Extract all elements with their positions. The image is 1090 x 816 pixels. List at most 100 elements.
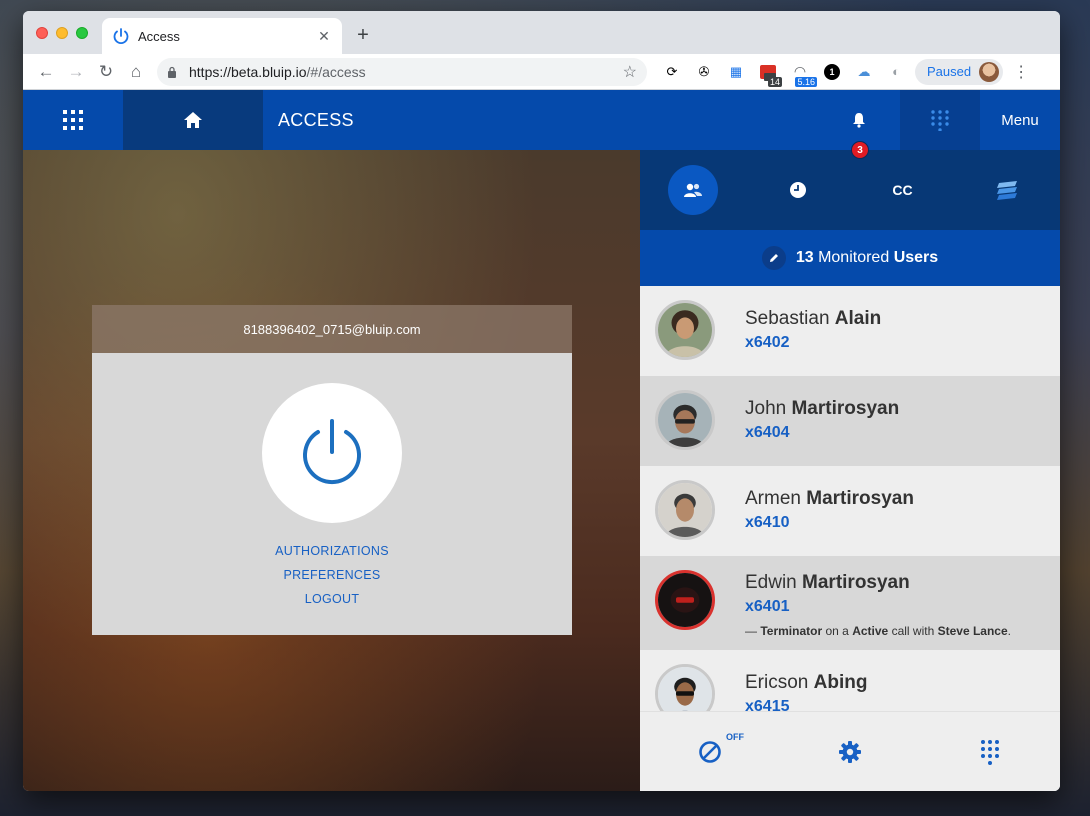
grid-extension-icon[interactable]: ▦ <box>725 61 747 83</box>
user-last-name: Abing <box>813 672 868 693</box>
user-photo <box>658 483 712 537</box>
url-host: https://beta.bluip.io <box>189 63 307 80</box>
tab-close-icon[interactable]: ✕ <box>316 28 332 45</box>
tab-users[interactable] <box>640 150 745 230</box>
user-name: Ericson Abing <box>745 672 867 694</box>
user-extension: x6401 <box>745 598 790 615</box>
user-extension: x6402 <box>745 334 790 351</box>
browser-tab[interactable]: Access ✕ <box>102 18 342 54</box>
user-extension: x6415 <box>745 698 790 711</box>
user-photo <box>658 303 712 357</box>
minimize-window-button[interactable] <box>56 27 68 39</box>
preferences-link[interactable]: PREFERENCES <box>92 563 572 587</box>
password-extension-icon[interactable]: 1 <box>821 61 843 83</box>
user-photo <box>658 573 712 627</box>
dnd-status-label: OFF <box>726 732 744 742</box>
avatar <box>655 480 715 540</box>
bell-icon <box>853 113 865 128</box>
status-on: on a <box>825 624 849 638</box>
new-tab-button[interactable]: + <box>353 24 373 47</box>
home-icon[interactable]: ⌂ <box>121 58 151 86</box>
monitored-users-title: 13 Monitored Users <box>796 249 938 267</box>
list-item[interactable]: Ericson Abing x6415 <box>640 650 1060 711</box>
profile-chip[interactable]: Paused <box>915 58 1004 85</box>
close-window-button[interactable] <box>36 27 48 39</box>
settings-button[interactable] <box>830 734 870 770</box>
cc-label: CC <box>892 182 913 198</box>
monitored-users-header: 13 Monitored Users <box>640 230 1060 286</box>
back-button[interactable]: ← <box>31 58 61 86</box>
tab-history[interactable] <box>745 150 850 230</box>
clock-icon <box>789 182 806 198</box>
dialpad-button[interactable] <box>970 734 1010 770</box>
edit-users-button[interactable] <box>761 246 786 270</box>
users-word: Users <box>893 249 939 266</box>
dialpad-icon <box>981 740 999 765</box>
tab-title: Access <box>138 28 180 44</box>
user-first-name: John <box>745 398 787 419</box>
browser-toolbar: ← → ↻ ⌂ https://beta.bluip.io/#/access ☆… <box>23 54 1060 90</box>
users-icon <box>683 183 702 197</box>
panel-footer: OFF <box>640 711 1060 791</box>
home-button[interactable] <box>123 90 263 150</box>
dialpad-header-button[interactable] <box>900 90 980 150</box>
user-first-name: Sebastian <box>745 308 830 329</box>
extensions-row: ⟳ ✇ ▦ 14 ◠ 5.16 1 ☁ ◐ <box>661 61 907 87</box>
home-icon <box>184 112 202 128</box>
account-links: AUTHORIZATIONS PREFERENCES LOGOUT <box>92 539 572 611</box>
list-item[interactable]: John Martirosyan x6404 <box>640 376 1060 466</box>
tab-layers[interactable] <box>955 150 1060 230</box>
user-first-name: Edwin <box>745 572 797 593</box>
account-card: 8188396402_0715@bluip.com AUTHORIZATIONS… <box>92 305 572 635</box>
tab-cc[interactable]: CC <box>850 150 955 230</box>
dialpad-icon <box>931 110 949 131</box>
apps-grid-button[interactable] <box>23 90 123 150</box>
menu-button[interactable]: Menu <box>980 90 1060 150</box>
notification-count-badge: 3 <box>851 141 869 159</box>
app-header: ACCESS Menu <box>23 90 1060 150</box>
forward-button[interactable]: → <box>61 58 91 86</box>
logout-link[interactable]: LOGOUT <box>92 587 572 611</box>
power-button[interactable] <box>262 383 402 523</box>
sync-extension-icon[interactable]: ⟳ <box>661 61 683 83</box>
gauge-badge: 5.16 <box>795 76 817 87</box>
cloud-extension-icon[interactable]: ☁ <box>853 61 875 83</box>
gauge-extension-icon[interactable]: ◠ 5.16 <box>789 61 817 87</box>
bookmark-star-icon[interactable]: ☆ <box>623 62 637 82</box>
account-card-body: AUTHORIZATIONS PREFERENCES LOGOUT <box>92 353 572 635</box>
pencil-icon <box>769 254 778 262</box>
list-item[interactable]: Armen Martirosyan x6410 <box>640 466 1060 556</box>
panel-tabs: CC <box>640 150 1060 230</box>
do-not-disturb-icon <box>699 741 721 763</box>
reel-extension-icon[interactable]: ✇ <box>693 61 715 83</box>
user-name: Armen Martirosyan <box>745 488 914 510</box>
call-status: — Terminator on a Active call with Steve… <box>745 624 1011 638</box>
calendar-badge: 14 <box>767 76 782 87</box>
apps-grid-icon <box>63 110 83 130</box>
user-extension: x6410 <box>745 514 790 531</box>
address-bar[interactable]: https://beta.bluip.io/#/access ☆ <box>157 57 647 86</box>
user-last-name: Martirosyan <box>802 572 910 593</box>
browser-menu-icon[interactable]: ⋮ <box>1013 62 1029 82</box>
reload-button[interactable]: ↻ <box>91 58 121 86</box>
authorizations-link[interactable]: AUTHORIZATIONS <box>92 539 572 563</box>
maximize-window-button[interactable] <box>76 27 88 39</box>
user-name: Edwin Martirosyan <box>745 572 910 594</box>
disc-extension-icon[interactable]: ◐ <box>885 61 907 83</box>
lock-icon <box>168 66 176 78</box>
list-item[interactable]: Edwin Martirosyan x6401 — Terminator on … <box>640 556 1060 650</box>
do-not-disturb-button[interactable] <box>690 734 730 770</box>
status-dash: — <box>745 624 757 638</box>
calendar-extension-icon[interactable]: 14 <box>757 61 782 87</box>
page-title: ACCESS <box>278 110 354 130</box>
layers-icon <box>996 181 1017 200</box>
user-first-name: Armen <box>745 488 801 509</box>
window-controls <box>36 27 88 39</box>
power-icon <box>303 419 361 485</box>
list-item[interactable]: Sebastian Alain x6402 <box>640 286 1060 376</box>
avatar <box>655 664 715 711</box>
status-device: Terminator <box>760 624 823 638</box>
user-list: Sebastian Alain x6402 John Martirosyan x… <box>640 286 1060 711</box>
user-photo <box>658 393 712 447</box>
monitored-count: 13 <box>795 249 814 266</box>
